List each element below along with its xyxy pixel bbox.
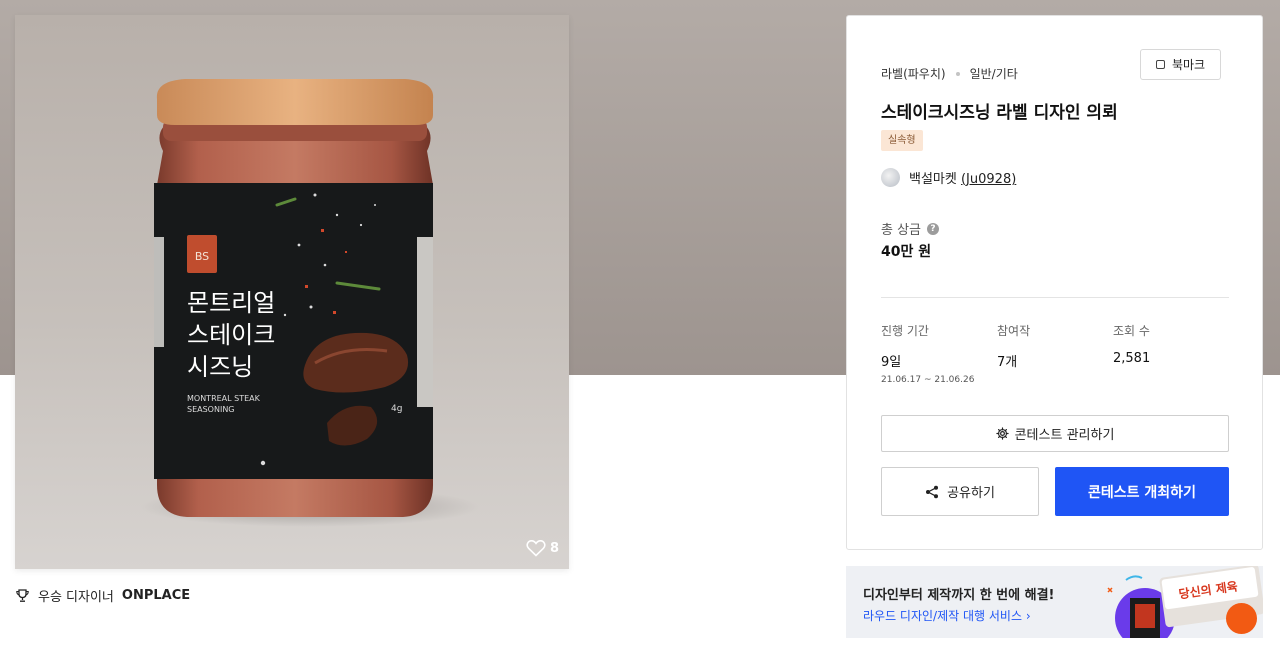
avatar	[881, 168, 900, 187]
label-title-line-2: 스테이크	[187, 321, 275, 349]
subcategory-link[interactable]: 일반/기타	[970, 65, 1018, 82]
label-weight: 4g	[391, 404, 402, 414]
share-button[interactable]: 공유하기	[881, 467, 1039, 516]
seasoning-jar-illustration: BS 몬트리얼 스테이크 시즈닝 MONTREAL STEAK SEASONIN…	[140, 79, 480, 527]
promo-banner[interactable]: 디자인부터 제작까지 한 번에 해결! 라우드 디자인/제작 대행 서비스 › …	[846, 566, 1263, 638]
label-title-line-1: 몬트리얼	[187, 289, 275, 317]
prize-value: 40만 원	[881, 244, 932, 260]
prize-label: 총 상금 ?	[881, 219, 940, 238]
label-subtitle-line-2: SEASONING	[187, 405, 235, 414]
category-link[interactable]: 라벨(파우치)	[881, 65, 946, 82]
divider	[881, 297, 1229, 298]
client-handle[interactable]: (Ju0928)	[961, 172, 1016, 187]
promo-link[interactable]: 라우드 디자인/제작 대행 서비스 ›	[863, 607, 1031, 624]
manage-contest-button[interactable]: 콘테스트 관리하기	[881, 415, 1229, 452]
winner-prefix: 우승 디자이너	[38, 590, 114, 605]
label-logo: BS	[195, 250, 209, 263]
bookmark-button[interactable]: 북마크	[1140, 49, 1221, 80]
trophy-icon	[16, 589, 29, 602]
stat-value: 9일	[881, 355, 902, 370]
chat-floating-button[interactable]	[1226, 603, 1257, 634]
stat-value: 2,581	[1113, 351, 1151, 366]
breadcrumb-separator	[955, 71, 960, 76]
share-label: 공유하기	[947, 486, 995, 501]
like-counter[interactable]: 8	[526, 539, 559, 557]
bookmark-label: 북마크	[1171, 58, 1206, 72]
host-contest-button[interactable]: 콘테스트 개최하기	[1055, 467, 1229, 516]
stat-label: 조회 수	[1113, 324, 1150, 338]
promo-headline: 디자인부터 제작까지 한 번에 해결!	[863, 588, 1055, 603]
stat-date-range: 21.06.17 ~ 21.06.26	[881, 375, 975, 385]
stat-value: 7개	[997, 355, 1018, 370]
label-subtitle-line-1: MONTREAL STEAK	[187, 394, 261, 403]
bookmark-icon	[1155, 60, 1165, 69]
winner-designer: 우승 디자이너 ONPLACE	[15, 586, 190, 605]
product-image[interactable]: BS 몬트리얼 스테이크 시즈닝 MONTREAL STEAK SEASONIN…	[15, 15, 569, 569]
manage-label: 콘테스트 관리하기	[1014, 428, 1115, 443]
contest-title: 스테이크시즈닝 라벨 디자인 의뢰	[881, 103, 1118, 123]
client-name: 백설마켓	[909, 172, 957, 187]
help-icon[interactable]: ?	[927, 222, 940, 235]
winner-name[interactable]: ONPLACE	[122, 588, 190, 603]
stat-label: 진행 기간	[881, 324, 929, 338]
stat-views: 조회 수 2,581	[1113, 322, 1150, 366]
heart-icon	[526, 539, 546, 557]
prize-label-text: 총 상금	[881, 223, 922, 238]
label-title-line-3: 시즈닝	[187, 353, 253, 381]
gear-icon	[995, 427, 1009, 440]
contest-info-panel: 라벨(파우치) 일반/기타 북마크 스테이크시즈닝 라벨 디자인 의뢰 실속형 …	[846, 15, 1263, 550]
like-count: 8	[549, 540, 559, 556]
stat-duration: 진행 기간 9일 21.06.17 ~ 21.06.26	[881, 322, 974, 385]
breadcrumb: 라벨(파우치) 일반/기타	[881, 65, 1018, 82]
plan-tag: 실속형	[881, 130, 923, 151]
stat-entries: 참여작 7개	[997, 322, 1030, 370]
share-icon	[926, 485, 939, 498]
client-info[interactable]: 백설마켓 (Ju0928)	[881, 168, 1016, 187]
stat-label: 참여작	[997, 324, 1031, 338]
